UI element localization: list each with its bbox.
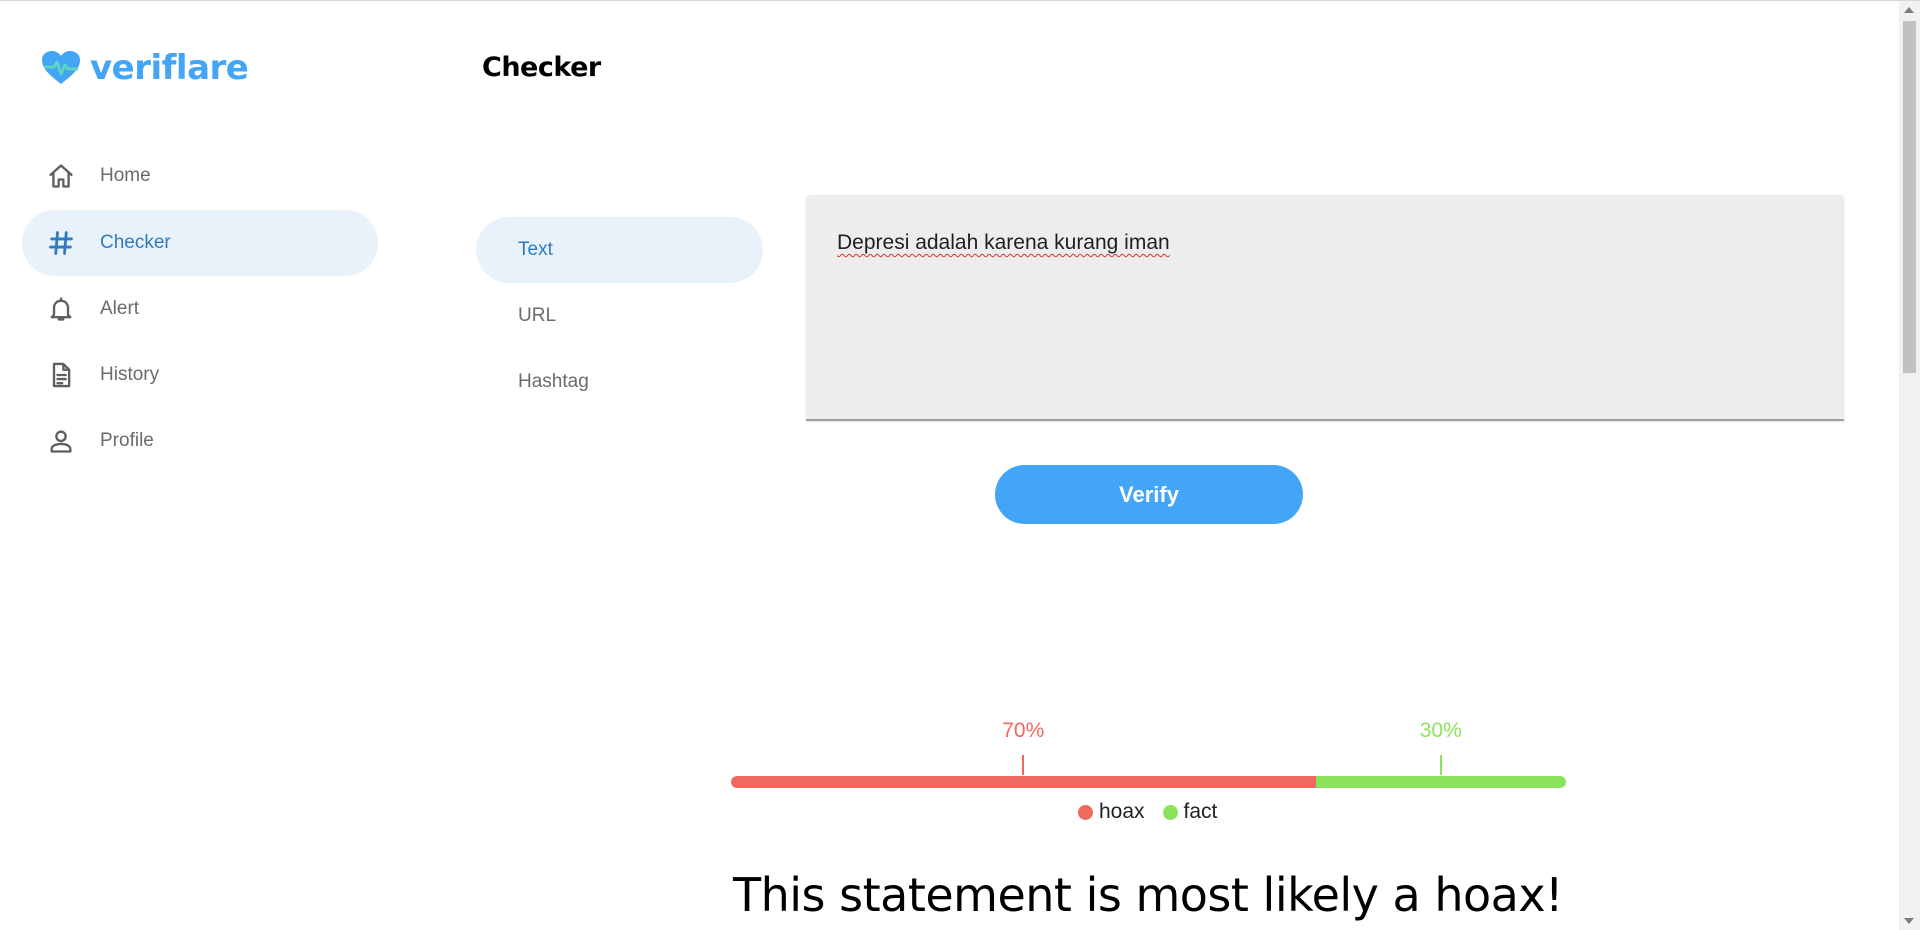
- sidebar-item-home[interactable]: Home: [22, 143, 378, 209]
- sidebar-item-label: Profile: [100, 430, 154, 451]
- fact-dot-icon: [1162, 804, 1178, 820]
- legend-label: fact: [1183, 800, 1218, 823]
- sidebar-item-alert[interactable]: Alert: [22, 276, 378, 342]
- sidebar-item-profile[interactable]: Profile: [22, 408, 378, 474]
- statement-input-value: Depresi adalah karena kurang iman: [837, 231, 1170, 254]
- fact-meter-segment: [1315, 776, 1566, 788]
- hoax-fact-meter: [731, 776, 1566, 788]
- hashtag-icon: [46, 228, 76, 258]
- legend-item-fact: fact: [1162, 800, 1218, 824]
- vertical-scrollbar[interactable]: [1899, 1, 1920, 930]
- meter-legend: hoax fact: [1078, 800, 1235, 824]
- hoax-meter-segment: [731, 776, 1316, 788]
- sidebar-item-label: Alert: [100, 298, 140, 319]
- sidebar-item-checker[interactable]: Checker: [22, 210, 378, 276]
- fact-percent-label: 30%: [1419, 719, 1462, 742]
- brand-logo[interactable]: veriflare: [40, 48, 249, 88]
- page-title: Checker: [482, 52, 601, 83]
- document-icon: [46, 360, 76, 390]
- statement-input[interactable]: Depresi adalah karena kurang iman: [806, 195, 1844, 421]
- tab-url[interactable]: URL: [476, 283, 763, 349]
- tab-hashtag[interactable]: Hashtag: [476, 349, 763, 415]
- scroll-up-icon[interactable]: [1904, 7, 1914, 13]
- legend-label: hoax: [1099, 800, 1145, 823]
- tab-text[interactable]: Text: [476, 217, 763, 283]
- verdict-text: This statement is most likely a hoax!: [733, 868, 1563, 922]
- scroll-down-icon[interactable]: [1904, 918, 1914, 924]
- sidebar-item-history[interactable]: History: [22, 342, 378, 408]
- sidebar: veriflare Home Checker Alert History Pro…: [0, 0, 400, 930]
- hoax-percent-label: 70%: [1002, 719, 1045, 742]
- verify-button[interactable]: Verify: [995, 465, 1303, 524]
- person-icon: [46, 426, 76, 456]
- heart-pulse-icon: [40, 50, 82, 86]
- hoax-dot-icon: [1078, 804, 1093, 820]
- legend-item-hoax: hoax: [1078, 800, 1145, 824]
- hoax-percent-tick: [1022, 755, 1025, 775]
- sidebar-item-label: Home: [100, 165, 151, 186]
- bell-icon: [46, 294, 76, 324]
- brand-name: veriflare: [90, 48, 249, 88]
- scrollbar-thumb[interactable]: [1903, 21, 1916, 373]
- fact-percent-tick: [1439, 755, 1442, 775]
- sidebar-item-label: Checker: [100, 232, 171, 253]
- sidebar-item-label: History: [100, 364, 160, 385]
- home-icon: [46, 161, 76, 191]
